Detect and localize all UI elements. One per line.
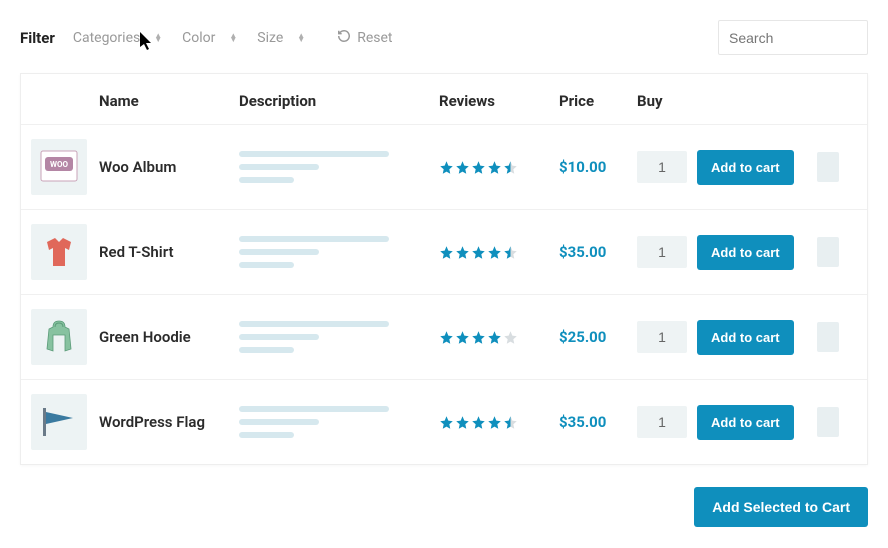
product-thumbnail[interactable] [31,224,87,280]
filter-size-label: Size [257,30,283,46]
filter-categories[interactable]: Categories ▲▼ [67,26,168,50]
search-input[interactable] [729,30,857,46]
svg-text:WOO: WOO [50,160,69,169]
filter-categories-label: Categories [73,30,140,46]
row-action-placeholder [817,407,839,437]
reset-button[interactable]: Reset [337,29,392,47]
footer-bar: Add Selected to Cart [0,477,888,527]
product-price: $35.00 [559,413,637,431]
product-price: $25.00 [559,328,637,346]
col-price: Price [559,92,637,110]
table-header: Name Description Reviews Price Buy [21,74,867,124]
buy-cell: Add to cart [637,235,817,270]
filter-color-label: Color [182,30,215,46]
product-rating [439,415,559,430]
product-description [239,151,439,183]
product-thumbnail[interactable]: WOO [31,139,87,195]
quantity-input[interactable] [637,321,687,353]
table-row: Red T-Shirt $35.00 Add to cart [21,209,867,294]
product-thumbnail[interactable] [31,309,87,365]
buy-cell: Add to cart [637,150,817,185]
quantity-input[interactable] [637,236,687,268]
product-thumbnail[interactable] [31,394,87,450]
product-price: $10.00 [559,158,637,176]
sort-icon: ▲▼ [229,34,237,42]
row-action-placeholder [817,237,839,267]
product-rating [439,160,559,175]
filter-color[interactable]: Color ▲▼ [176,26,243,50]
product-name[interactable]: Green Hoodie [99,327,239,347]
product-description [239,321,439,353]
sort-icon: ▲▼ [154,34,162,42]
filter-size[interactable]: Size ▲▼ [251,26,311,50]
product-price: $35.00 [559,243,637,261]
filter-bar: Filter Categories ▲▼ Color ▲▼ Size ▲▼ Re… [0,0,888,73]
product-name[interactable]: Woo Album [99,157,239,177]
undo-icon [337,29,351,47]
product-rating [439,245,559,260]
col-buy: Buy [637,92,817,110]
product-description [239,406,439,438]
product-description [239,236,439,268]
col-reviews: Reviews [439,92,559,110]
col-name: Name [99,92,239,110]
product-name[interactable]: WordPress Flag [99,412,239,432]
buy-cell: Add to cart [637,320,817,355]
add-to-cart-button[interactable]: Add to cart [697,235,794,270]
product-rating [439,330,559,345]
reset-label: Reset [357,30,392,46]
quantity-input[interactable] [637,151,687,183]
filter-label: Filter [20,29,55,47]
table-row: Green Hoodie $25.00 Add to cart [21,294,867,379]
product-table: Name Description Reviews Price Buy WOO W… [20,73,868,465]
search-box[interactable] [718,20,868,55]
table-row: WOO Woo Album $10.00 Add to cart [21,124,867,209]
row-action-placeholder [817,322,839,352]
add-to-cart-button[interactable]: Add to cart [697,150,794,185]
product-name[interactable]: Red T-Shirt [99,242,239,262]
add-to-cart-button[interactable]: Add to cart [697,405,794,440]
buy-cell: Add to cart [637,405,817,440]
table-row: WordPress Flag $35.00 Add to cart [21,379,867,464]
add-selected-button[interactable]: Add Selected to Cart [694,487,868,527]
add-to-cart-button[interactable]: Add to cart [697,320,794,355]
sort-icon: ▲▼ [297,34,305,42]
col-description: Description [239,92,439,110]
row-action-placeholder [817,152,839,182]
quantity-input[interactable] [637,406,687,438]
